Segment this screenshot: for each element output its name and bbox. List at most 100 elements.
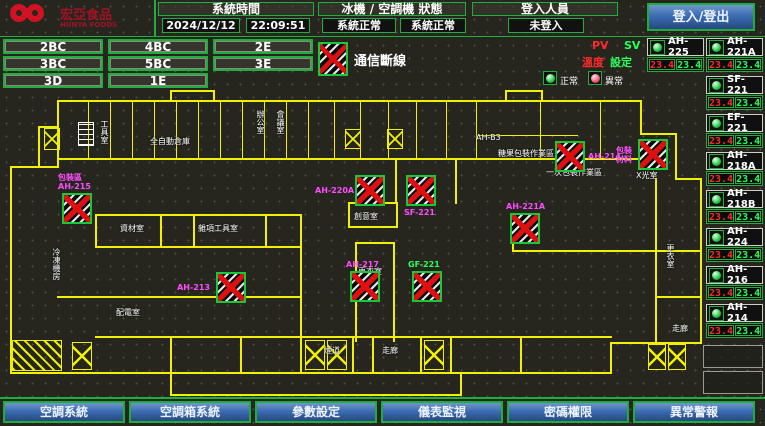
device-commloss-icon[interactable]	[406, 175, 436, 206]
wall-segment	[541, 90, 543, 102]
wall-segment	[160, 214, 162, 246]
comm-loss-label: 通信斷線	[354, 50, 406, 69]
wall-segment	[505, 90, 507, 102]
normal-lamp-icon	[546, 74, 555, 83]
wall-segment	[308, 100, 309, 158]
device-commloss-icon[interactable]	[412, 271, 442, 302]
device-label: SF-221	[404, 208, 435, 217]
logo-ring-icon	[26, 4, 44, 22]
stair-x-icon	[305, 340, 325, 370]
wall-segment	[240, 336, 242, 374]
wall-segment	[446, 100, 447, 158]
nav-button-2[interactable]: 參數設定	[255, 401, 377, 423]
abnormal-legend-label: 異常	[605, 74, 623, 87]
device-commloss-icon[interactable]	[355, 175, 385, 206]
abnormal-lamp-icon	[591, 74, 600, 83]
device-commloss-icon[interactable]	[62, 193, 92, 224]
device-label: AH-217	[346, 260, 379, 269]
wall-segment	[265, 214, 267, 246]
logo: 宏亞食品 HUNYA FOODS	[2, 1, 154, 35]
nav-button-3[interactable]: 儀表監視	[381, 401, 503, 423]
machine-status-label: 冰機 / 空調機 狀態	[318, 2, 466, 16]
wall-segment	[520, 336, 522, 374]
wall-segment	[450, 336, 452, 374]
device-commloss-icon[interactable]	[216, 272, 246, 303]
unit-id-label: AH-221A	[727, 36, 762, 58]
room-label: 辦公室	[256, 110, 265, 134]
floor-button-3d[interactable]: 3D	[3, 73, 103, 88]
wall-segment	[372, 336, 374, 374]
nav-button-1[interactable]: 空調箱系統	[129, 401, 251, 423]
room-label: 創意室	[354, 212, 378, 221]
floor-button-4bc[interactable]: 4BC	[108, 39, 208, 54]
unit-pv-value: 23.4	[649, 59, 675, 70]
wall-segment	[95, 246, 302, 248]
wall-segment	[132, 100, 133, 158]
floor-button-5bc[interactable]: 5BC	[108, 56, 208, 71]
device-label: 包裝材料	[598, 146, 632, 164]
stair-x-icon	[345, 129, 361, 149]
wall-segment	[95, 214, 302, 216]
stairwell-icon	[78, 122, 94, 146]
chiller-status-value: 系統正常	[322, 18, 396, 33]
device-label: AH-220A	[315, 186, 349, 195]
device-commloss-icon[interactable]	[555, 141, 585, 172]
room-label: 配電室	[116, 308, 140, 317]
wall-segment	[242, 100, 243, 158]
stair-x-icon	[648, 344, 666, 370]
wall-segment	[286, 100, 287, 158]
device-label: 包裝區AH-215	[58, 173, 91, 191]
unit-lamp-box	[709, 40, 724, 55]
room-label: X光室	[636, 171, 657, 180]
divider	[0, 397, 765, 399]
room-label: 更衣室	[666, 244, 675, 268]
floor-button-2e[interactable]: 2E	[213, 39, 313, 54]
room-label: 會議室	[276, 110, 285, 134]
unit-status-lamp-icon	[653, 43, 662, 52]
wall-segment	[300, 214, 302, 338]
wall-segment	[610, 342, 612, 374]
room-label: 冷凍機房	[52, 248, 61, 280]
unit-values: 23.423.4	[647, 57, 704, 72]
wall-segment	[640, 100, 642, 135]
room-label: 走廊	[672, 324, 688, 333]
floor-button-2bc[interactable]: 2BC	[3, 39, 103, 54]
unit-lamp-box	[650, 40, 665, 55]
nav-button-4[interactable]: 密碼權限	[507, 401, 629, 423]
sv-caption-label: 設定	[610, 54, 632, 70]
room-label: 走廊	[382, 346, 398, 355]
room-label: 工具室	[100, 120, 109, 144]
wall-segment	[220, 100, 221, 158]
wall-segment	[675, 133, 677, 180]
device-label: AH-221A	[506, 202, 545, 211]
wall-segment	[154, 100, 155, 158]
wall-segment	[334, 100, 335, 158]
device-label: AH-213	[176, 283, 210, 292]
device-commloss-icon[interactable]	[350, 271, 380, 302]
wall-segment	[476, 100, 477, 158]
login-logout-button[interactable]: 登入/登出	[647, 3, 755, 31]
wall-segment	[170, 90, 215, 92]
wall-segment	[57, 296, 302, 298]
wall-segment	[352, 336, 354, 374]
wall-segment	[655, 296, 702, 298]
nav-button-0[interactable]: 空調系統	[3, 401, 125, 423]
floor-button-1e[interactable]: 1E	[108, 73, 208, 88]
floor-button-3e[interactable]: 3E	[213, 56, 313, 71]
unit-row-ah-221a[interactable]: AH-221A	[706, 38, 763, 56]
wall-segment	[396, 202, 398, 228]
unit-pv-value: 23.4	[708, 59, 734, 70]
stair-x-icon	[44, 128, 60, 150]
unit-row-ah-225[interactable]: AH-225	[647, 38, 704, 56]
floor-button-3bc[interactable]: 3BC	[3, 56, 103, 71]
wall-segment	[110, 100, 111, 158]
wall-segment	[455, 158, 457, 204]
device-commloss-icon[interactable]	[510, 213, 540, 244]
wall-segment	[300, 336, 302, 374]
time-value: 22:09:51	[246, 18, 310, 33]
hmi-screen: 宏亞食品 HUNYA FOODS 系統時間 2024/12/12 22:09:5…	[0, 0, 765, 426]
wall-segment	[395, 158, 397, 204]
device-commloss-icon[interactable]	[638, 139, 668, 170]
nav-button-5[interactable]: 異常警報	[633, 401, 755, 423]
divider	[0, 36, 765, 37]
